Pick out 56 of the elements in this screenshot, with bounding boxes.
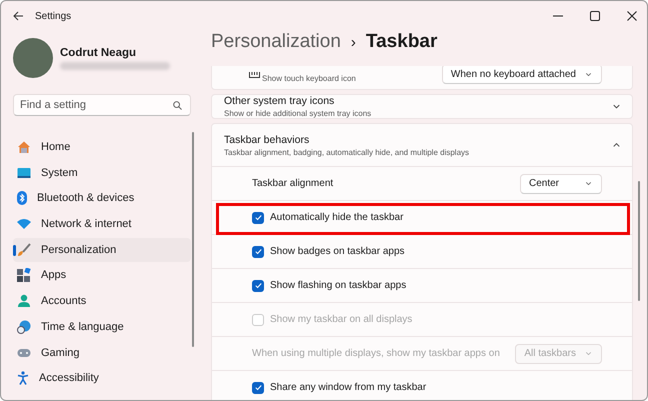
search-field[interactable]: Find a setting xyxy=(13,94,191,116)
house-icon xyxy=(17,140,31,154)
close-icon[interactable] xyxy=(627,11,637,21)
sidebar-item[interactable]: Gaming xyxy=(13,340,191,364)
person-icon xyxy=(17,294,31,308)
maximize-icon[interactable] xyxy=(590,11,600,21)
checkbox[interactable] xyxy=(252,280,264,292)
expander-card[interactable]: Other system tray icons Show or hide additional system tray icons xyxy=(211,94,633,119)
accessibility-person-icon xyxy=(17,371,29,386)
gamepad-icon xyxy=(17,348,31,358)
checkbox-label: Show my taskbar on all displays xyxy=(270,314,412,325)
breadcrumb-separator: › xyxy=(350,34,356,51)
card-subtitle: Taskbar alignment, badging, automatically hide, and multiple displays xyxy=(224,148,470,156)
sidebar-item[interactable]: Accessibility xyxy=(13,366,191,390)
expander-card[interactable]: Taskbar behaviors Taskbar alignment, badging, automatically hide, and multiple displays xyxy=(211,123,633,167)
globe-clock-icon xyxy=(17,320,31,334)
breadcrumb-parent[interactable]: Personalization xyxy=(211,31,341,53)
sidebar-item[interactable]: Accounts xyxy=(13,289,191,314)
sidebar-item[interactable]: Bluetooth & devices xyxy=(13,186,191,210)
checkbox-label: Automatically hide the taskbar xyxy=(270,212,404,223)
search-icon xyxy=(173,101,182,110)
checkbox-label: Share any window from my taskbar xyxy=(270,382,426,393)
checkbox[interactable] xyxy=(252,212,264,224)
checkmark-icon xyxy=(254,213,262,222)
window-title: Settings xyxy=(35,10,72,22)
checkbox[interactable] xyxy=(252,246,264,258)
back-arrow-icon[interactable] xyxy=(13,11,24,21)
sidebar-item[interactable]: Time & language xyxy=(13,314,191,339)
keyboard-icon xyxy=(249,72,260,78)
page-title: Taskbar xyxy=(366,31,438,53)
checkbox[interactable] xyxy=(252,382,264,394)
sidebar-item[interactable]: Personalization xyxy=(13,238,191,262)
checkmark-icon xyxy=(254,247,262,256)
wifi-icon xyxy=(17,218,31,230)
apps-grid-icon xyxy=(17,268,31,282)
checkbox-label: Show badges on taskbar apps xyxy=(270,246,405,257)
checkmark-icon xyxy=(254,281,262,290)
setting-label: Taskbar alignment xyxy=(252,178,334,189)
card-subtitle: Show touch keyboard icon xyxy=(262,74,356,83)
sidebar-item[interactable]: Apps xyxy=(13,263,191,288)
sidebar-item[interactable]: Home xyxy=(13,135,191,159)
setting-label: When using multiple displays, show my taskbar apps on xyxy=(252,348,500,359)
sidebar-item[interactable]: Network & internet xyxy=(13,212,191,236)
dropdown[interactable]: When no keyboard attached xyxy=(442,66,602,84)
brush-icon xyxy=(17,242,31,257)
card-subtitle: Show or hide additional system tray icons xyxy=(224,109,372,118)
checkbox-label: Show flashing on taskbar apps xyxy=(270,280,406,291)
account-name: Codrut Neagu xyxy=(60,46,138,58)
checkmark-icon xyxy=(254,383,262,392)
dropdown[interactable]: Center xyxy=(520,174,602,194)
card-title: Taskbar behaviors xyxy=(224,134,310,146)
sidebar-item[interactable]: System xyxy=(13,160,191,185)
monitor-icon xyxy=(17,166,31,180)
avatar xyxy=(13,38,53,78)
card-title: Other system tray icons xyxy=(224,95,336,107)
bluetooth-icon xyxy=(17,191,27,206)
